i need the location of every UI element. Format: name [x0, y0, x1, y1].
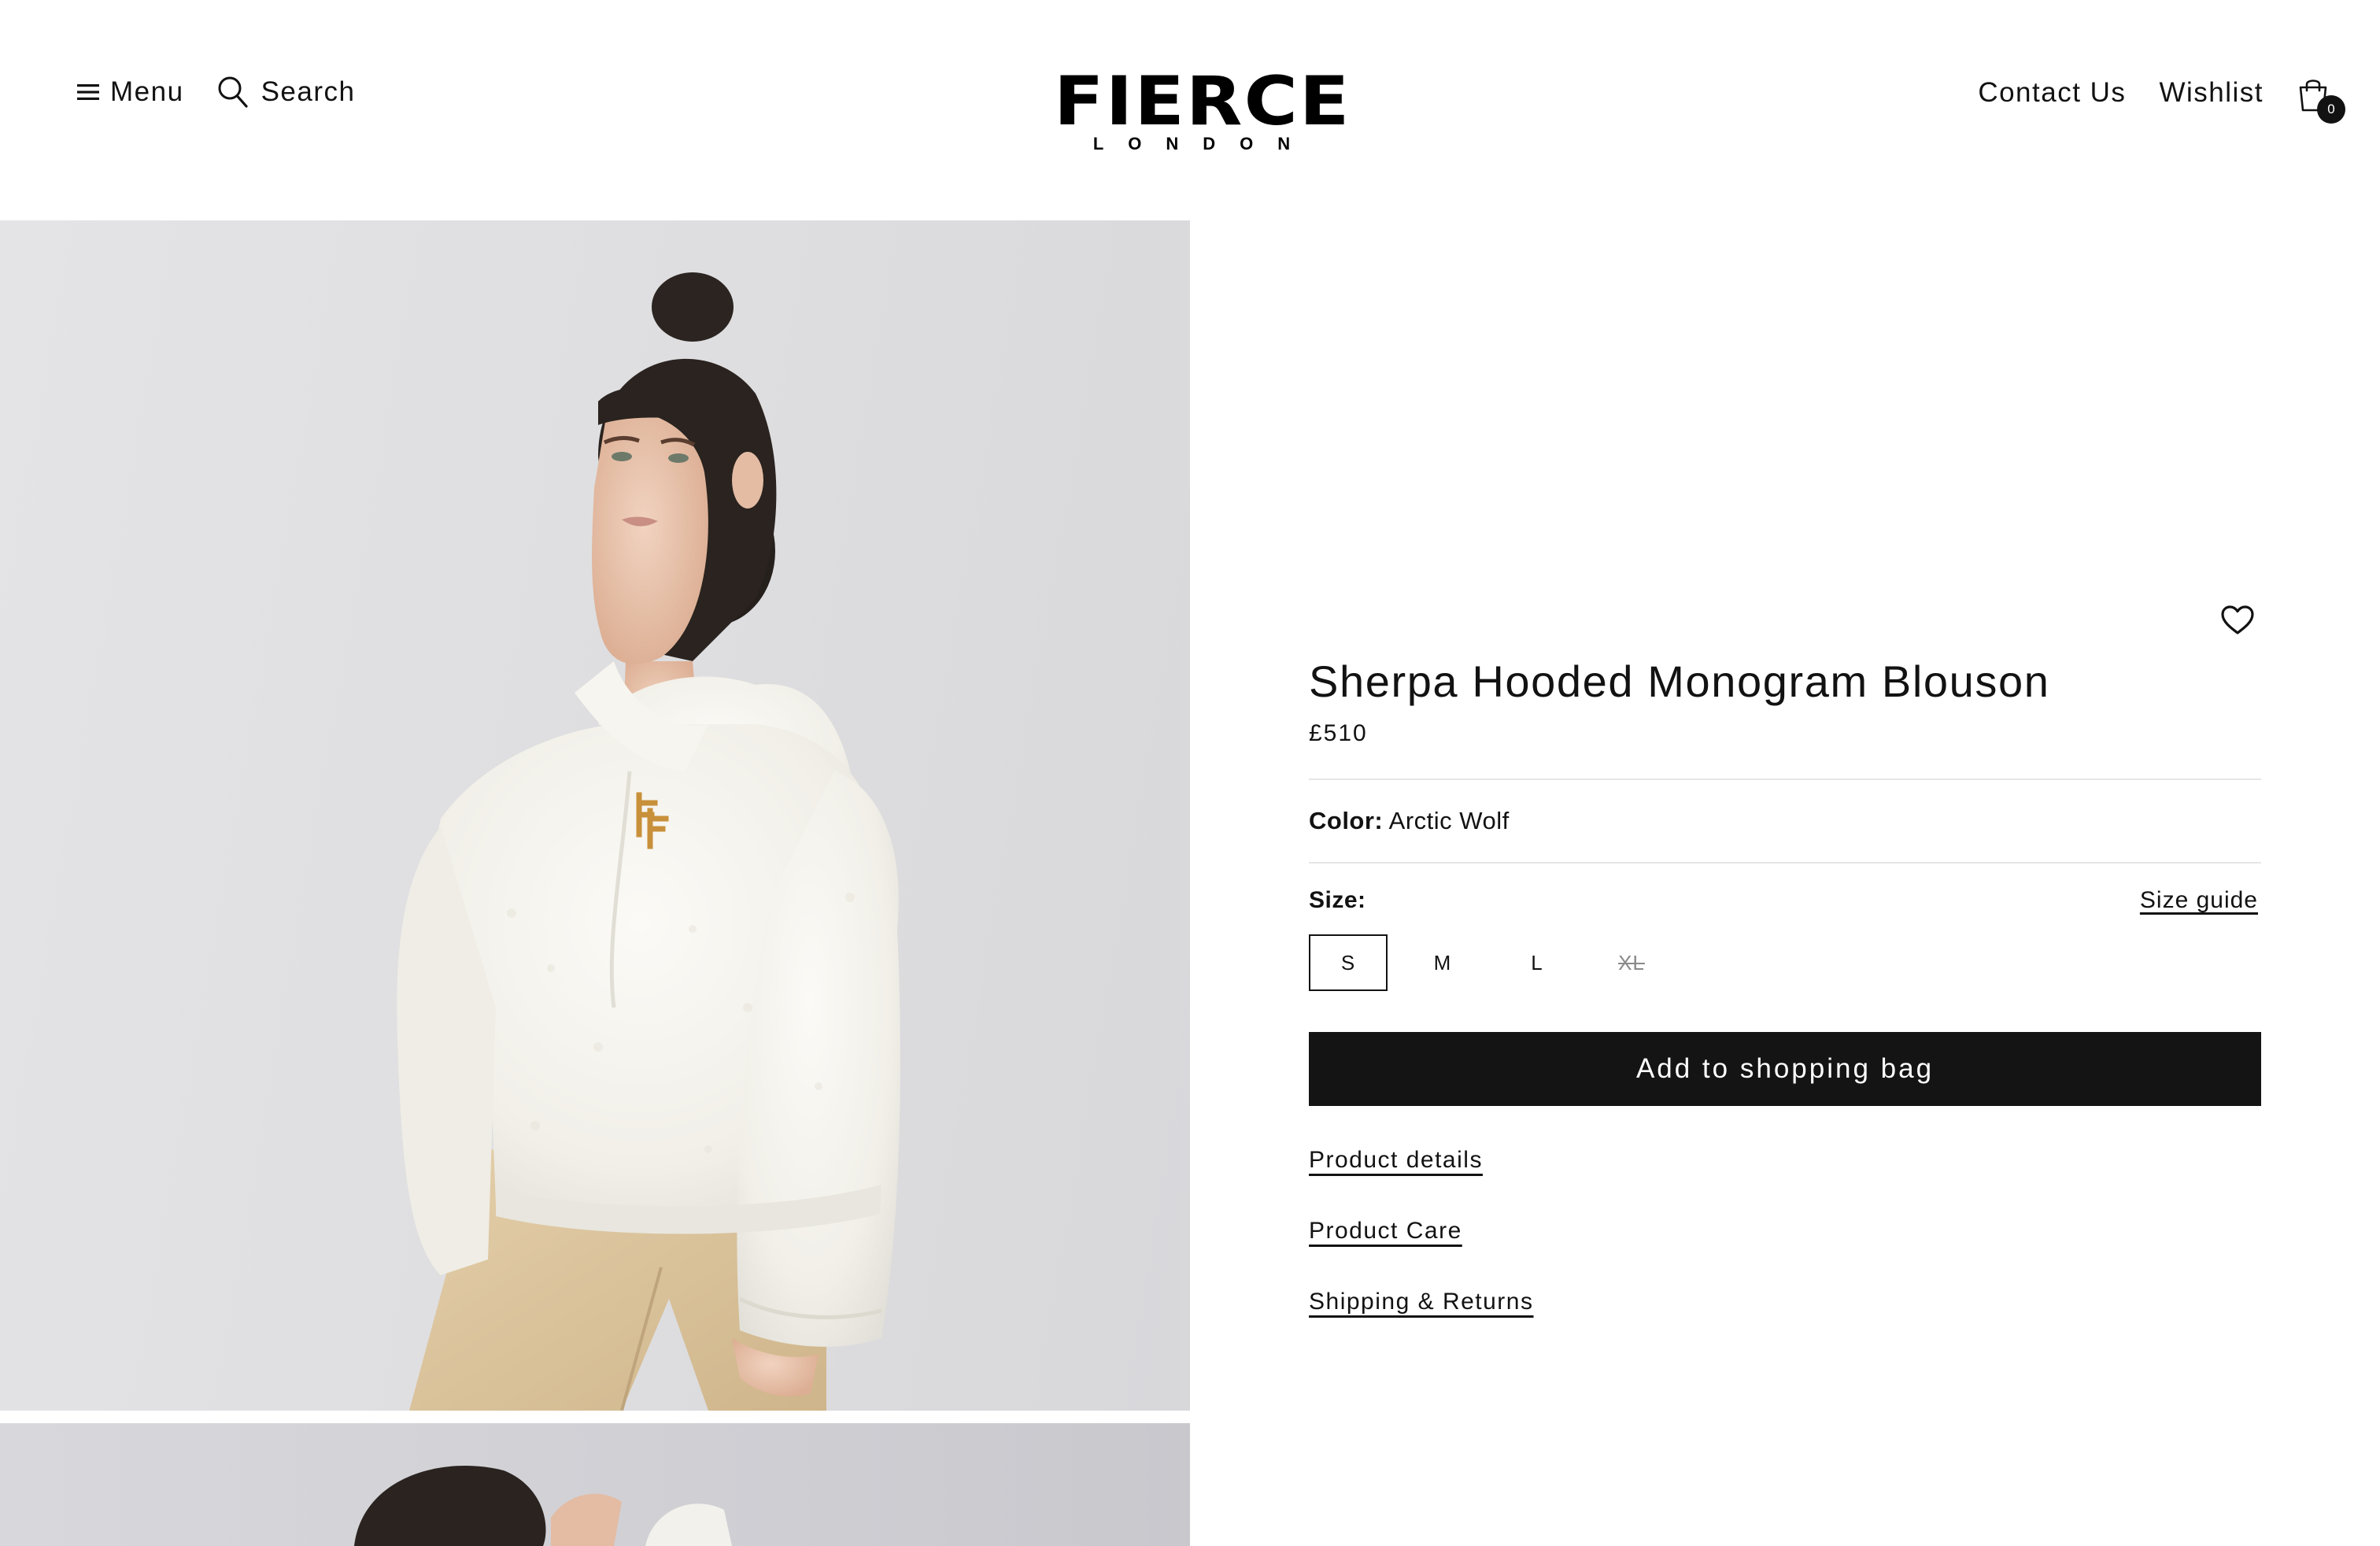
- product-info-panel: Sherpa Hooded Monogram Blouson £510 Colo…: [1309, 583, 2261, 1359]
- cart-button[interactable]: 0: [2297, 76, 2345, 124]
- product-photo: [397, 272, 900, 1411]
- search-icon: [218, 76, 248, 108]
- product-title: Sherpa Hooded Monogram Blouson: [1309, 656, 2050, 706]
- size-option-l[interactable]: L: [1498, 934, 1576, 991]
- hamburger-icon: [77, 84, 99, 100]
- size-label: Size:: [1309, 887, 1366, 914]
- size-option-s[interactable]: S: [1309, 934, 1388, 992]
- product-price: £510: [1309, 720, 1368, 747]
- menu-button[interactable]: Menu: [77, 76, 184, 108]
- product-care-link[interactable]: Product Care: [1309, 1218, 1462, 1245]
- product-image-main[interactable]: [0, 220, 1190, 1411]
- color-value: Arctic Wolf: [1388, 807, 1510, 835]
- logo-wordmark: FIERCE: [1054, 62, 1351, 141]
- wishlist-link[interactable]: Wishlist: [2159, 77, 2264, 109]
- color-label: Color:: [1309, 807, 1384, 835]
- add-to-bag-button[interactable]: Add to shopping bag: [1309, 1032, 2261, 1107]
- size-guide-link[interactable]: Size guide: [2140, 887, 2258, 914]
- size-options: S M L XL: [1309, 934, 2261, 992]
- site-header: Menu Search FIERCE LONDON Contact Us Wis…: [0, 0, 2380, 220]
- size-option-xl[interactable]: XL: [1592, 934, 1671, 991]
- color-selector: Color: Arctic Wolf: [1309, 780, 2261, 862]
- product-details-link[interactable]: Product details: [1309, 1147, 1483, 1174]
- header-right: Contact Us Wishlist 0: [1978, 72, 2345, 124]
- shipping-returns-link[interactable]: Shipping & Returns: [1309, 1289, 1534, 1315]
- heart-icon: [2221, 605, 2254, 634]
- menu-label: Menu: [110, 76, 184, 107]
- cart-count-badge: 0: [2317, 95, 2345, 124]
- header-left: Menu Search: [77, 72, 355, 112]
- product-image-secondary[interactable]: [0, 1423, 1190, 1546]
- brand-logo[interactable]: FIERCE LONDON: [1054, 68, 1349, 154]
- contact-us-link[interactable]: Contact Us: [1978, 77, 2126, 109]
- product-photo-2: [354, 1466, 732, 1546]
- search-label: Search: [261, 76, 356, 107]
- search-button[interactable]: Search: [217, 76, 356, 109]
- size-header: Size: Size guide: [1309, 887, 2261, 914]
- divider: [1309, 862, 2261, 864]
- product-info-links: Product details Product Care Shipping & …: [1309, 1147, 2261, 1315]
- add-to-wishlist-button[interactable]: [2220, 605, 2255, 640]
- size-option-m[interactable]: M: [1403, 934, 1482, 991]
